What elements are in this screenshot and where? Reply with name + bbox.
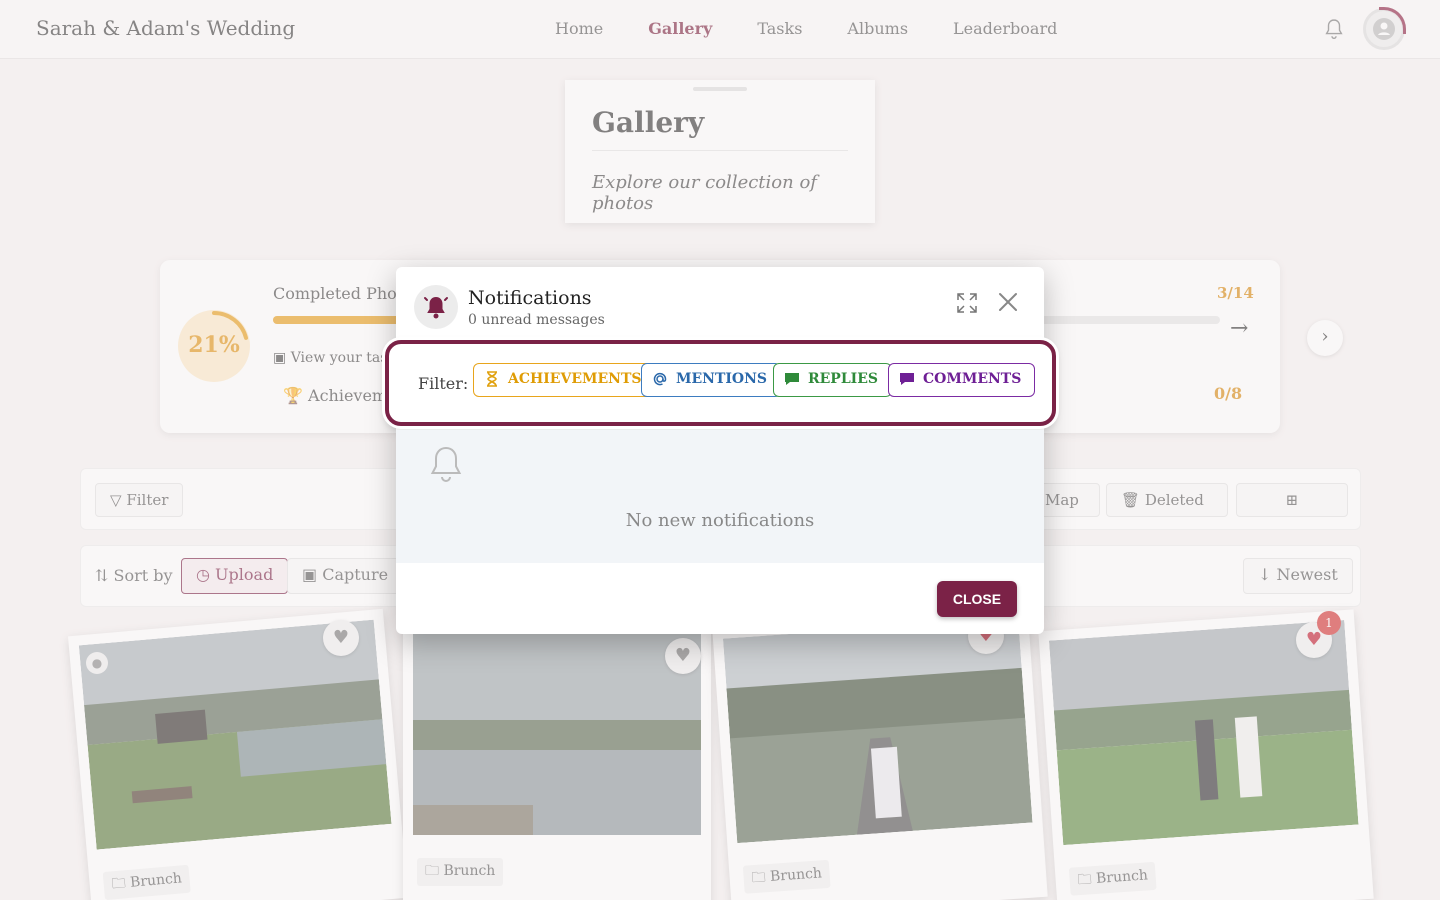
dialog-title: Notifications [468,287,592,309]
chip-label: REPLIES [808,371,879,387]
filter-chip-replies[interactable]: REPLIES [773,363,893,397]
unread-count: 0 unread messages [468,312,605,328]
filter-chip-comments[interactable]: COMMENTS [888,363,1036,397]
chip-label: MENTIONS [676,371,768,387]
filter-label: Filter: [418,374,469,393]
at-sign-icon [653,372,667,386]
dialog-icon-wrap [414,285,458,329]
chip-label: COMMENTS [923,371,1022,387]
expand-icon[interactable] [955,291,979,315]
empty-bell-icon [430,446,462,482]
bell-ring-icon [424,297,448,319]
close-button[interactable]: CLOSE [937,581,1017,617]
reply-bubble-icon [785,373,799,385]
chip-label: ACHIEVEMENTS [508,371,642,387]
comment-bubble-icon [900,373,914,385]
filter-bar: Filter: ACHIEVEMENTS MENTIONS REPLIES CO [385,340,1056,426]
notifications-list: No new notifications [396,430,1044,563]
hourglass-icon [487,371,497,387]
filter-chip-achievements[interactable]: ACHIEVEMENTS [473,363,656,397]
notifications-dialog: Notifications 0 unread messages Filter: … [385,267,1056,634]
empty-state-text: No new notifications [625,510,815,531]
close-icon[interactable] [997,291,1019,313]
filter-chip-mentions[interactable]: MENTIONS [641,363,782,397]
